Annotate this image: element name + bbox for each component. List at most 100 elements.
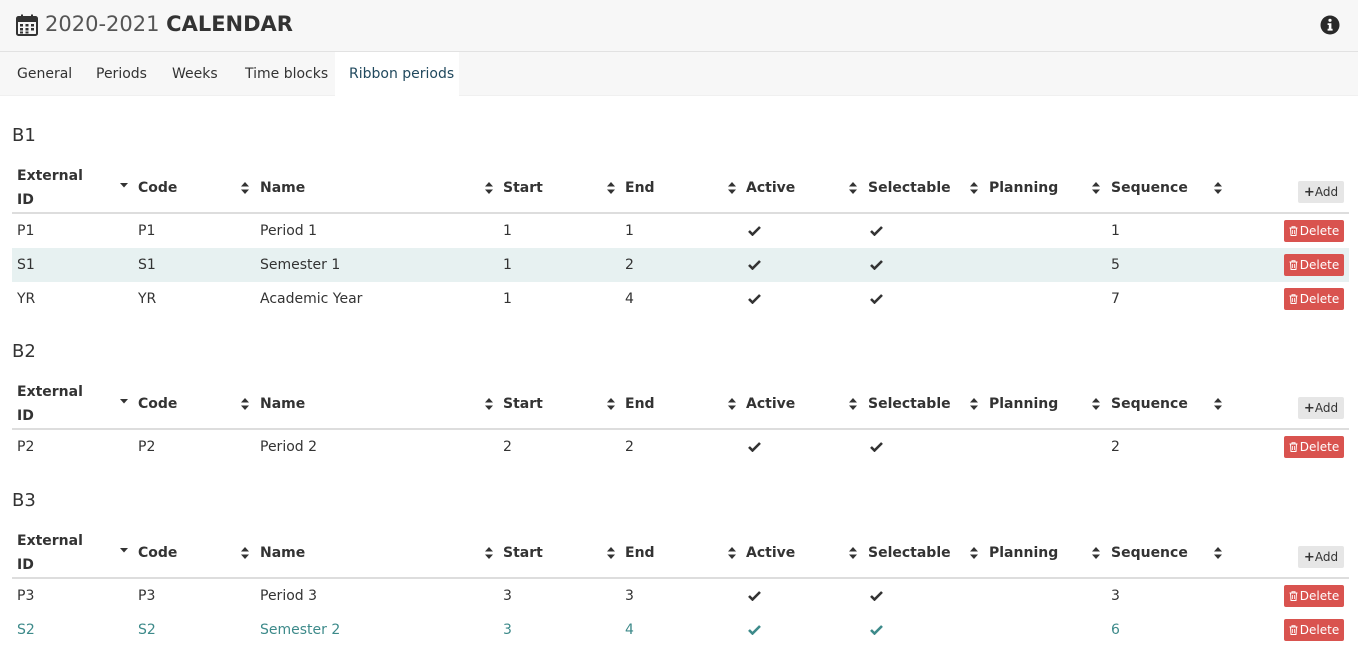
cell-sequence: 1 bbox=[1111, 223, 1120, 239]
info-circle-icon[interactable] bbox=[1320, 15, 1340, 35]
col-header-start[interactable]: Start bbox=[503, 392, 543, 416]
sort-icon[interactable] bbox=[970, 182, 978, 194]
sort-icon[interactable] bbox=[485, 547, 493, 559]
sort-icon[interactable] bbox=[485, 398, 493, 410]
check-icon bbox=[748, 226, 761, 236]
table-row[interactable]: P2 P2 Period 2 2 2 2 Delete bbox=[12, 430, 1349, 464]
col-header-external-id-line2[interactable]: ID bbox=[17, 553, 34, 577]
cell-sequence: 6 bbox=[1111, 622, 1120, 638]
col-header-planning[interactable]: Planning bbox=[989, 392, 1058, 416]
col-header-code[interactable]: Code bbox=[138, 541, 177, 565]
sort-icon[interactable] bbox=[728, 182, 736, 194]
delete-button[interactable]: Delete bbox=[1284, 585, 1344, 607]
sort-desc-icon[interactable] bbox=[120, 180, 128, 192]
col-header-sequence[interactable]: Sequence bbox=[1111, 392, 1188, 416]
col-header-external-id[interactable]: External bbox=[17, 529, 83, 553]
sort-icon[interactable] bbox=[241, 182, 249, 194]
table-row[interactable]: P3 P3 Period 3 3 3 3 Delete bbox=[12, 579, 1349, 613]
table-row[interactable]: P1 P1 Period 1 1 1 1 Delete bbox=[12, 214, 1349, 248]
trash-icon bbox=[1289, 226, 1298, 236]
col-header-start[interactable]: Start bbox=[503, 541, 543, 565]
col-header-code[interactable]: Code bbox=[138, 176, 177, 200]
page-title: 2020-2021 CALENDAR bbox=[45, 10, 293, 38]
col-header-name[interactable]: Name bbox=[260, 541, 305, 565]
sort-icon[interactable] bbox=[728, 547, 736, 559]
sort-icon[interactable] bbox=[241, 398, 249, 410]
sort-icon[interactable] bbox=[849, 182, 857, 194]
sort-icon[interactable] bbox=[1214, 182, 1222, 194]
col-header-end[interactable]: End bbox=[625, 176, 655, 200]
add-button[interactable]: +Add bbox=[1298, 546, 1344, 568]
table-row[interactable]: S1 S1 Semester 1 1 2 5 Delete bbox=[12, 248, 1349, 282]
sort-icon[interactable] bbox=[607, 398, 615, 410]
sort-icon[interactable] bbox=[1092, 398, 1100, 410]
cell-code: S1 bbox=[138, 257, 156, 273]
add-button[interactable]: +Add bbox=[1298, 397, 1344, 419]
delete-label: Delete bbox=[1299, 224, 1340, 238]
sort-icon[interactable] bbox=[1214, 398, 1222, 410]
sort-desc-icon[interactable] bbox=[120, 545, 128, 557]
col-header-active[interactable]: Active bbox=[746, 176, 795, 200]
col-header-external-id[interactable]: External bbox=[17, 380, 83, 404]
delete-button[interactable]: Delete bbox=[1284, 254, 1344, 276]
trash-icon bbox=[1289, 294, 1298, 304]
sort-desc-icon[interactable] bbox=[120, 396, 128, 408]
sort-icon[interactable] bbox=[1092, 182, 1100, 194]
plus-icon: + bbox=[1303, 401, 1315, 416]
sort-icon[interactable] bbox=[607, 547, 615, 559]
cell-end: 2 bbox=[625, 257, 634, 273]
col-header-sequence[interactable]: Sequence bbox=[1111, 176, 1188, 200]
sort-icon[interactable] bbox=[970, 398, 978, 410]
delete-button[interactable]: Delete bbox=[1284, 619, 1344, 641]
col-header-name[interactable]: Name bbox=[260, 392, 305, 416]
sort-icon[interactable] bbox=[1092, 547, 1100, 559]
table-row[interactable]: YR YR Academic Year 1 4 7 Delete bbox=[12, 282, 1349, 316]
trash-icon bbox=[1289, 625, 1298, 635]
tab-periods[interactable]: Periods bbox=[82, 52, 161, 96]
sort-icon[interactable] bbox=[728, 398, 736, 410]
sort-icon[interactable] bbox=[970, 547, 978, 559]
check-icon bbox=[748, 294, 761, 304]
col-header-external-id-line2[interactable]: ID bbox=[17, 404, 34, 428]
col-header-external-id[interactable]: External bbox=[17, 164, 83, 188]
col-header-selectable[interactable]: Selectable bbox=[868, 176, 951, 200]
col-header-planning[interactable]: Planning bbox=[989, 176, 1058, 200]
delete-button[interactable]: Delete bbox=[1284, 220, 1344, 242]
sort-icon[interactable] bbox=[1214, 547, 1222, 559]
sort-icon[interactable] bbox=[849, 398, 857, 410]
delete-button[interactable]: Delete bbox=[1284, 288, 1344, 310]
col-header-end[interactable]: End bbox=[625, 541, 655, 565]
cell-external-id: S1 bbox=[17, 257, 35, 273]
cell-name: Semester 2 bbox=[260, 622, 341, 638]
col-header-external-id-line2[interactable]: ID bbox=[17, 188, 34, 212]
cell-start: 1 bbox=[503, 223, 512, 239]
tab-weeks[interactable]: Weeks bbox=[158, 52, 232, 96]
sort-icon[interactable] bbox=[241, 547, 249, 559]
col-header-end[interactable]: End bbox=[625, 392, 655, 416]
table-row[interactable]: S2 S2 Semester 2 3 4 6 Delete bbox=[12, 613, 1349, 647]
col-header-active[interactable]: Active bbox=[746, 392, 795, 416]
add-button[interactable]: +Add bbox=[1298, 181, 1344, 203]
col-header-selectable[interactable]: Selectable bbox=[868, 392, 951, 416]
cell-sequence: 7 bbox=[1111, 291, 1120, 307]
sort-icon[interactable] bbox=[485, 182, 493, 194]
tab-time-blocks[interactable]: Time blocks bbox=[231, 52, 342, 96]
col-header-sequence[interactable]: Sequence bbox=[1111, 541, 1188, 565]
cell-end: 4 bbox=[625, 622, 634, 638]
col-header-start[interactable]: Start bbox=[503, 176, 543, 200]
sort-icon[interactable] bbox=[607, 182, 615, 194]
col-header-selectable[interactable]: Selectable bbox=[868, 541, 951, 565]
cell-external-id: S2 bbox=[17, 622, 35, 638]
delete-button[interactable]: Delete bbox=[1284, 436, 1344, 458]
cell-code: S2 bbox=[138, 622, 156, 638]
cell-code: P1 bbox=[138, 223, 156, 239]
check-icon bbox=[870, 591, 883, 601]
col-header-name[interactable]: Name bbox=[260, 176, 305, 200]
col-header-active[interactable]: Active bbox=[746, 541, 795, 565]
col-header-planning[interactable]: Planning bbox=[989, 541, 1058, 565]
col-header-code[interactable]: Code bbox=[138, 392, 177, 416]
check-icon bbox=[870, 442, 883, 452]
tab-ribbon-periods[interactable]: Ribbon periods bbox=[335, 52, 459, 96]
tab-general[interactable]: General bbox=[3, 52, 86, 96]
sort-icon[interactable] bbox=[849, 547, 857, 559]
